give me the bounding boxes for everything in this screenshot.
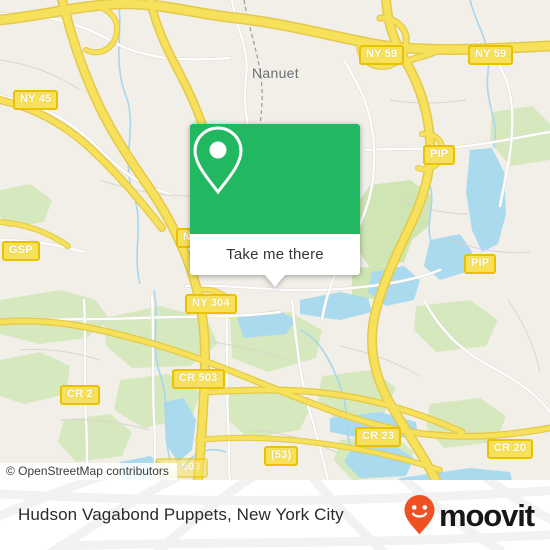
road-shield-cr20[interactable]: CR 20	[487, 439, 534, 459]
road-shield-53[interactable]: (53)	[264, 446, 299, 466]
footer-bar: Hudson Vagabond Puppets, New York City m…	[0, 480, 550, 550]
osm-attribution[interactable]: © OpenStreetMap contributors	[0, 463, 177, 480]
take-me-there-button[interactable]: Take me there	[190, 234, 360, 287]
road-shield-pip-south[interactable]: PIP	[464, 254, 497, 274]
road-shield-gsp[interactable]: GSP	[2, 241, 40, 261]
road-shield-cr23[interactable]: CR 23	[355, 427, 402, 447]
road-shield-cr503-mid[interactable]: CR 503	[172, 369, 225, 389]
moovit-logo[interactable]: moovit	[403, 480, 535, 550]
place-title: Hudson Vagabond Puppets, New York City	[18, 505, 344, 524]
road-shield-ny304[interactable]: NY 304	[185, 294, 237, 314]
moovit-wordmark: moovit	[438, 497, 535, 533]
place-label-nanuet: Nanuet	[252, 65, 299, 81]
moovit-pin-smiley-icon	[404, 495, 435, 535]
map-canvas[interactable]: .w{fill:#aadaee;} .stream{fill:none;stro…	[0, 0, 550, 480]
road-shield-ny45[interactable]: NY 45	[13, 90, 59, 110]
road-shield-cr2[interactable]: CR 2	[60, 385, 100, 405]
map-pin-icon	[193, 126, 243, 195]
popup-tail	[264, 274, 286, 287]
road-shield-ny59-west[interactable]: NY 59	[359, 45, 405, 65]
take-me-there-label: Take me there	[226, 246, 324, 263]
road-shield-ny59-east[interactable]: NY 59	[468, 45, 514, 65]
location-popup[interactable]: Take me there	[190, 124, 360, 287]
road-shield-pip-north[interactable]: PIP	[423, 145, 456, 165]
popup-header	[190, 124, 360, 234]
moovit-map-card: .w{fill:#aadaee;} .stream{fill:none;stro…	[0, 0, 550, 550]
